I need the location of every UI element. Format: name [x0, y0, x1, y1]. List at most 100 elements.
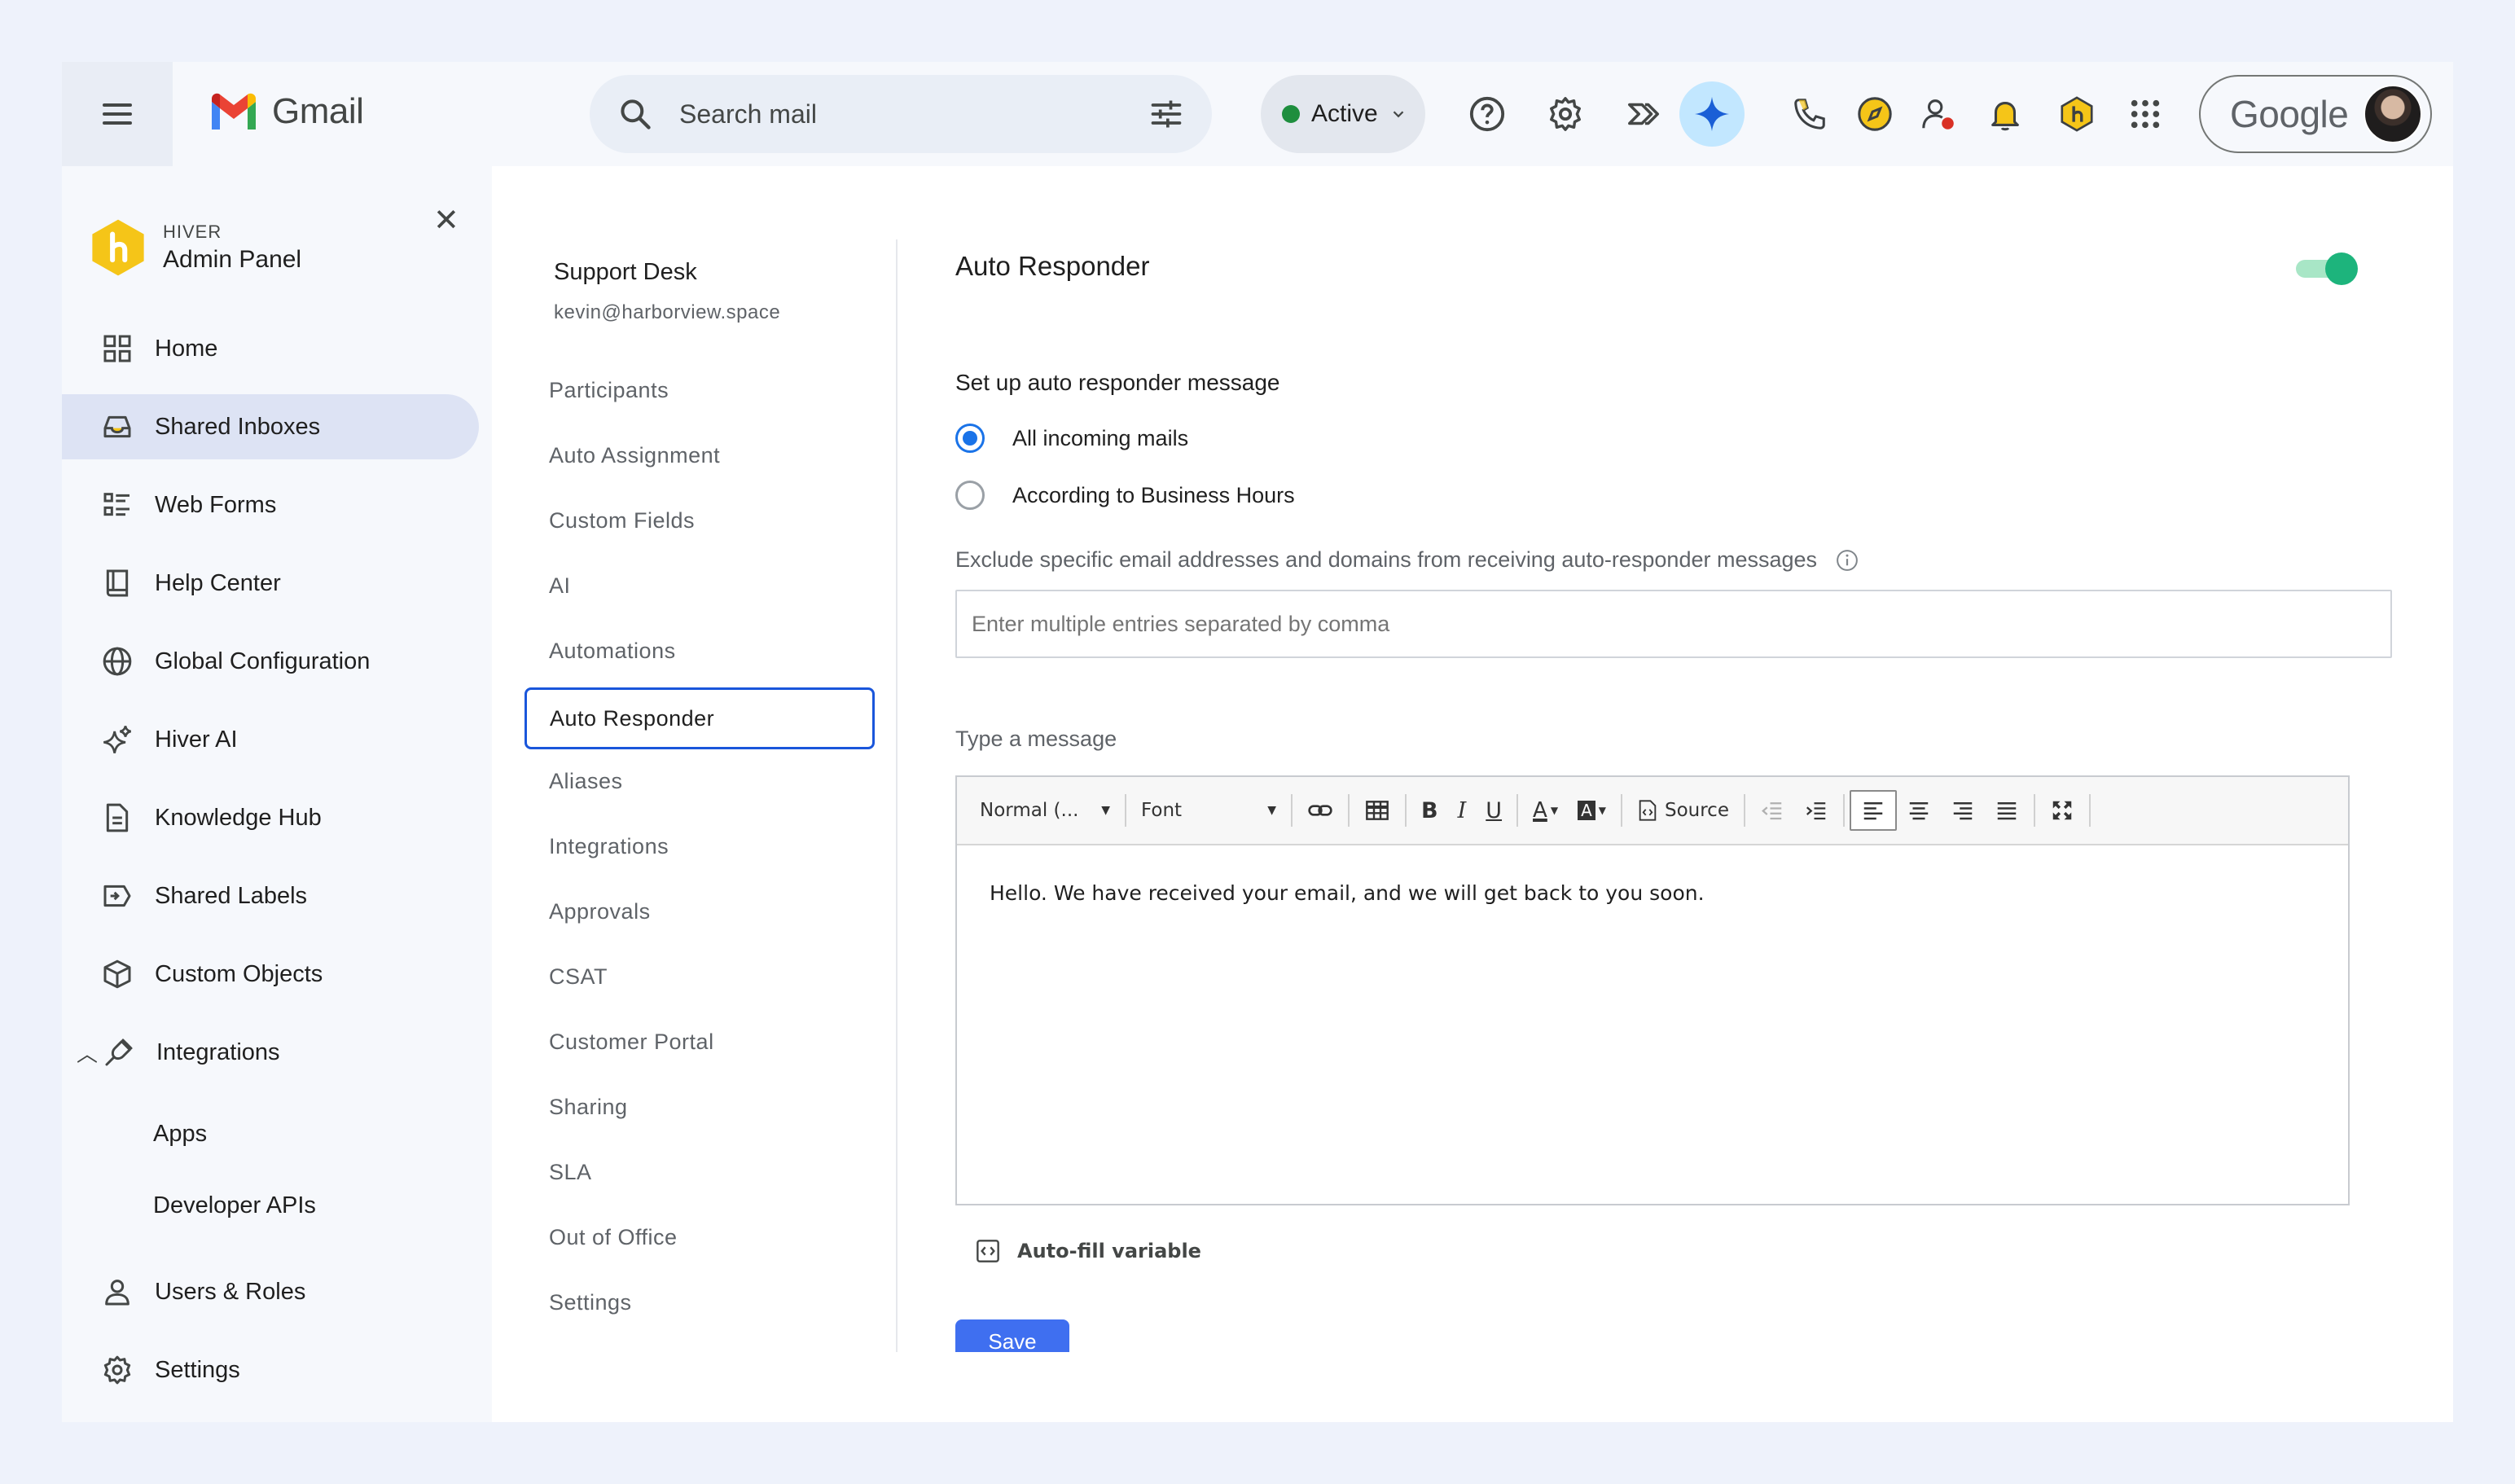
inbox-menu-integrations[interactable]: Integrations: [549, 834, 669, 859]
autofill-variable-button[interactable]: Auto-fill variable: [975, 1238, 1201, 1264]
google-account-button[interactable]: Google: [2199, 75, 2432, 153]
sidebar-item-home[interactable]: Home: [62, 316, 479, 381]
message-label: Type a message: [955, 727, 1117, 751]
search-input[interactable]: Search mail: [679, 99, 817, 130]
status-dropdown[interactable]: Active: [1261, 75, 1425, 153]
info-icon[interactable]: [1835, 548, 1859, 573]
sidebar-item-shared-labels[interactable]: Shared Labels: [62, 863, 479, 929]
table-button[interactable]: [1354, 790, 1400, 831]
help-icon[interactable]: [1461, 88, 1513, 140]
sidebar-subitem-developer-apis[interactable]: Developer APIs: [153, 1192, 316, 1219]
sidebar-item-label: Home: [155, 335, 218, 362]
sidebar-item-help-center[interactable]: Help Center: [62, 551, 479, 616]
avatar[interactable]: [2364, 85, 2422, 143]
compass-icon[interactable]: [1849, 88, 1901, 140]
radio-button-checked[interactable]: [955, 424, 985, 453]
globe-icon: [103, 647, 132, 676]
outdent-button[interactable]: [1750, 790, 1794, 831]
background-color-button[interactable]: A ▼: [1568, 790, 1616, 831]
gemini-button[interactable]: [1679, 81, 1745, 147]
gmail-logo[interactable]: Gmail: [208, 91, 364, 132]
chevron-up-icon[interactable]: ︿: [77, 1038, 98, 1068]
text-color-button[interactable]: A ▼: [1523, 790, 1568, 831]
underline-button[interactable]: U: [1476, 790, 1512, 831]
status-dot: [1282, 105, 1300, 123]
radio-all-incoming[interactable]: All incoming mails: [955, 424, 1188, 453]
code-bracket-icon: [977, 1240, 999, 1262]
sidebar-item-shared-inboxes[interactable]: Shared Inboxes: [62, 394, 479, 459]
phone-icon[interactable]: [1784, 88, 1836, 140]
top-bar: Gmail Search mail Active Google: [62, 62, 2453, 166]
sidebar-item-custom-objects[interactable]: Custom Objects: [62, 942, 479, 1007]
search-icon[interactable]: [617, 96, 653, 132]
indent-button[interactable]: [1794, 790, 1838, 831]
sidebar-item-label: Users & Roles: [155, 1278, 306, 1305]
sidebar-item-global-configuration[interactable]: Global Configuration: [62, 629, 479, 694]
main-menu-button[interactable]: [62, 62, 173, 166]
inbox-menu-automations[interactable]: Automations: [549, 639, 676, 664]
font-dropdown[interactable]: Font ▼: [1131, 790, 1286, 831]
toolbar-separator: [1405, 794, 1407, 827]
toolbar-separator: [1291, 794, 1293, 827]
sidebar-item-hiver-ai[interactable]: Hiver AI: [62, 707, 479, 772]
search-options-icon[interactable]: [1148, 96, 1184, 132]
sidebar-item-label: Custom Objects: [155, 960, 323, 987]
sidebar-subitem-apps[interactable]: Apps: [153, 1121, 207, 1148]
sidebar-item-users-roles[interactable]: Users & Roles: [62, 1259, 479, 1324]
hiver-hex-icon[interactable]: [2051, 88, 2103, 140]
sidebar-item-integrations[interactable]: Integrations: [62, 1020, 479, 1085]
label-icon: [103, 885, 131, 907]
caret-down-icon: ▼: [1598, 805, 1606, 816]
gear-icon[interactable]: [1539, 88, 1591, 140]
link-button[interactable]: [1297, 790, 1343, 831]
inbox-menu-participants[interactable]: Participants: [549, 378, 669, 403]
hamburger-icon: [103, 103, 132, 125]
close-icon[interactable]: ✕: [433, 202, 459, 239]
format-dropdown[interactable]: Normal (... ▼: [970, 790, 1120, 831]
auto-responder-toggle[interactable]: [2296, 252, 2358, 285]
align-left-button[interactable]: [1849, 790, 1897, 831]
align-left-icon: [1863, 802, 1883, 820]
user-status-icon[interactable]: [1912, 88, 1964, 140]
radio-business-hours[interactable]: According to Business Hours: [955, 481, 1295, 510]
toolbar-separator: [1516, 794, 1519, 827]
inbox-menu-aliases[interactable]: Aliases: [549, 769, 623, 794]
maximize-button[interactable]: [2040, 790, 2084, 831]
exclude-emails-input[interactable]: [955, 590, 2392, 658]
inbox-menu-auto-assignment[interactable]: Auto Assignment: [549, 443, 720, 468]
brand-title: Admin Panel: [163, 246, 302, 273]
bell-icon[interactable]: [1979, 88, 2031, 140]
apps-grid-icon[interactable]: [2119, 88, 2171, 140]
radio-label: All incoming mails: [1012, 425, 1189, 450]
forward-arrows-icon[interactable]: [1617, 88, 1670, 140]
source-button[interactable]: Source: [1627, 790, 1739, 831]
radio-button[interactable]: [955, 481, 985, 510]
inbox-menu-csat[interactable]: CSAT: [549, 964, 608, 990]
gemini-sparkle-icon: [1694, 96, 1730, 132]
inbox-menu-customer-portal[interactable]: Customer Portal: [549, 1030, 714, 1055]
inbox-menu-ai[interactable]: AI: [549, 573, 571, 599]
inbox-menu-custom-fields[interactable]: Custom Fields: [549, 508, 695, 533]
italic-button[interactable]: I: [1448, 790, 1477, 831]
inbox-menu-sharing[interactable]: Sharing: [549, 1095, 628, 1120]
sidebar-item-web-forms[interactable]: Web Forms: [62, 472, 479, 538]
sidebar-item-settings[interactable]: Settings: [62, 1337, 479, 1403]
inbox-menu-sla[interactable]: SLA: [549, 1160, 592, 1185]
align-justify-button[interactable]: [1985, 790, 2029, 831]
save-button[interactable]: Save: [955, 1319, 1069, 1352]
sidebar-item-knowledge-hub[interactable]: Knowledge Hub: [62, 785, 479, 850]
search-bar[interactable]: Search mail: [590, 75, 1212, 153]
document-icon: [106, 803, 129, 832]
inbox-menu-approvals[interactable]: Approvals: [549, 899, 651, 924]
inbox-menu-auto-responder[interactable]: Auto Responder: [525, 687, 875, 749]
editor-body[interactable]: Hello. We have received your email, and …: [957, 845, 2348, 941]
bold-button[interactable]: B: [1411, 790, 1448, 831]
toolbar-separator: [1620, 794, 1622, 827]
align-right-button[interactable]: [1941, 790, 1985, 831]
inbox-menu-out-of-office[interactable]: Out of Office: [549, 1225, 678, 1250]
align-center-button[interactable]: [1897, 790, 1941, 831]
grid-icon: [103, 335, 131, 362]
inbox-menu-settings[interactable]: Settings: [549, 1290, 632, 1315]
maximize-icon: [2052, 801, 2072, 820]
brand-small-label: HIVER: [163, 222, 222, 242]
